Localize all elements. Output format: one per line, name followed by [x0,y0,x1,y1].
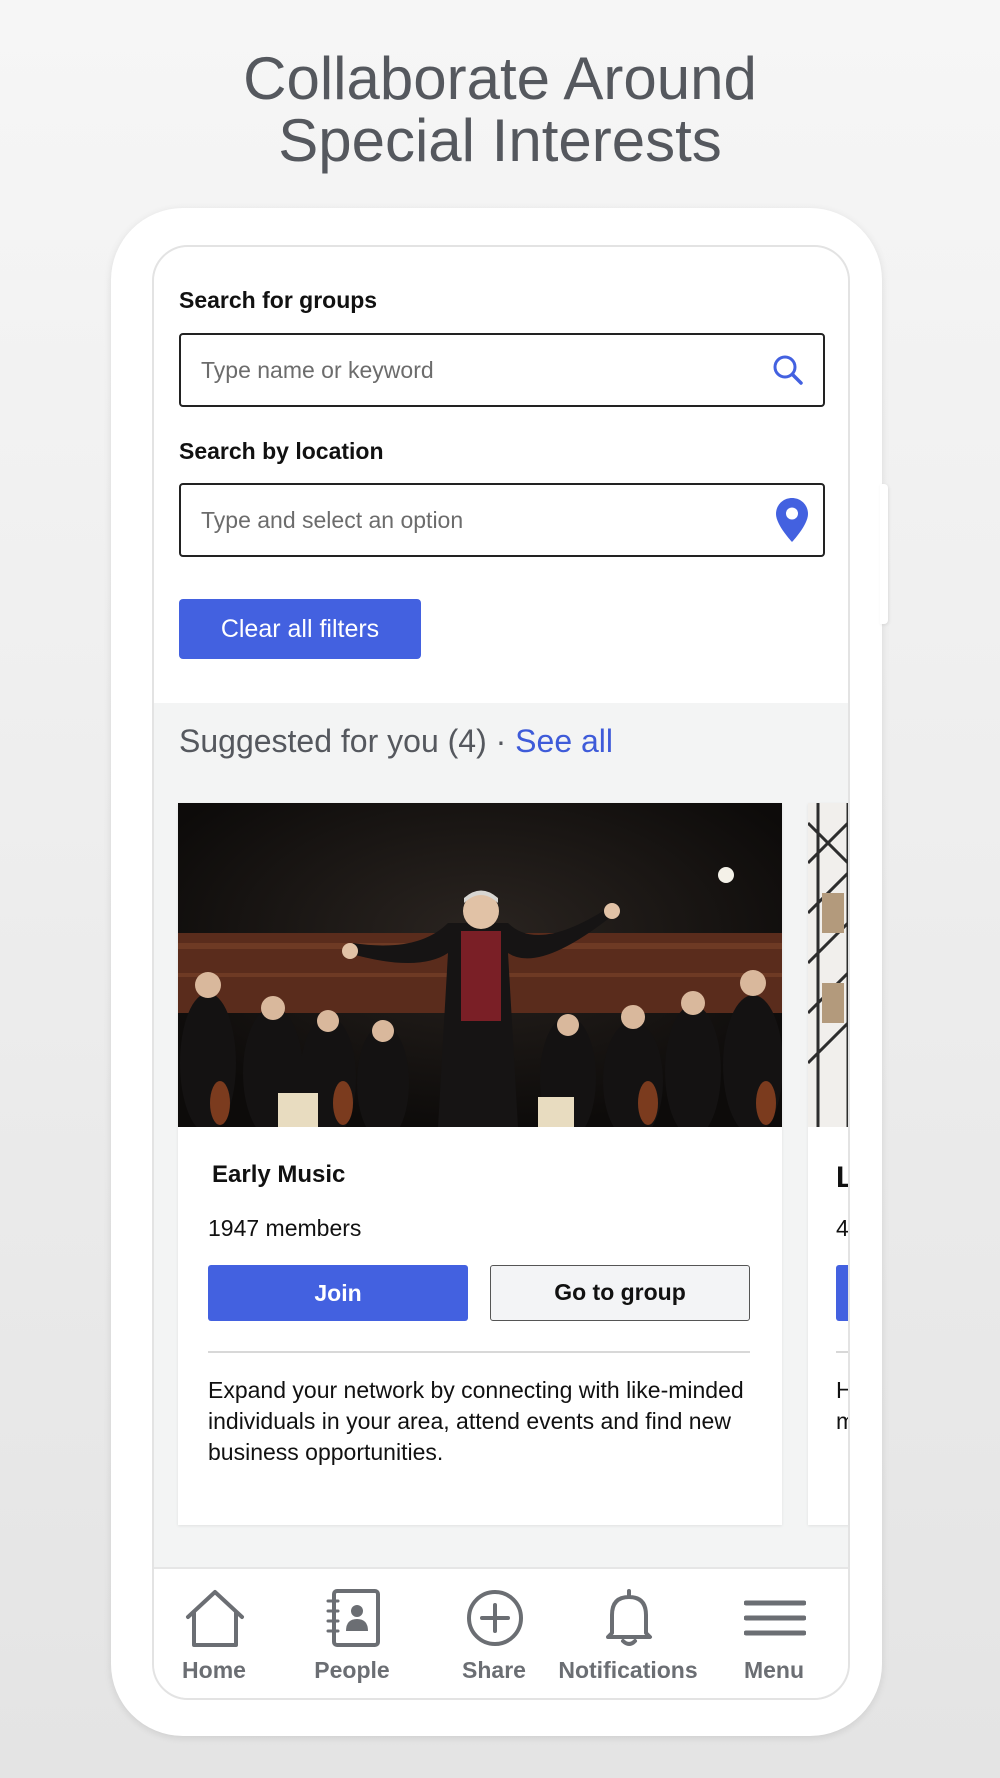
group-card-description: H m [836,1375,848,1437]
headline: Collaborate Around Special Interests [0,48,1000,172]
see-all-link[interactable]: See all [515,723,613,759]
group-card-image [808,803,848,1127]
nav-menu-label: Menu [743,1657,805,1683]
location-search-input[interactable]: Type and select an option [179,483,825,557]
group-card-image [178,803,782,1127]
join-button[interactable]: Join [208,1265,468,1321]
group-search-placeholder: Type name or keyword [201,357,434,383]
group-card-description: Expand your network by connecting with l… [208,1377,744,1465]
headline-line-2: Special Interests [278,107,722,174]
location-search-placeholder: Type and select an option [201,507,464,533]
nav-home-label: Home [182,1657,246,1683]
group-card[interactable]: Early Music 1947 members Join Go to grou… [178,803,782,1525]
group-card-title[interactable]: L [836,1161,848,1195]
phone-side-button [880,484,888,624]
nav-people-label: People [314,1657,390,1683]
go-to-group-button[interactable]: Go to group [490,1265,750,1321]
nav-share[interactable]: Share [424,1569,564,1698]
suggested-heading: Suggested for you (4) · See all [179,723,613,760]
group-card-members: 1947 members [208,1215,362,1241]
join-button[interactable] [836,1265,848,1321]
clear-filters-button[interactable]: Clear all filters [179,599,421,659]
group-card-members: 4 [836,1215,849,1241]
nav-notifications-label: Notifications [558,1657,698,1683]
nav-notifications[interactable]: Notifications [558,1569,698,1698]
location-pin-icon[interactable] [775,497,809,548]
group-card[interactable]: L 4 H m [808,803,849,1525]
search-icon[interactable] [771,353,805,392]
nav-menu[interactable]: Menu [704,1569,844,1698]
group-search-input[interactable]: Type name or keyword [179,333,825,407]
suggested-title: Suggested for you (4) · [179,723,516,759]
headline-line-1: Collaborate Around [243,45,757,112]
nav-share-label: Share [462,1657,526,1683]
app-screen: Search for groups Type name or keyword S… [152,245,850,1700]
filters-panel: Search for groups Type name or keyword S… [154,247,848,703]
card-divider [836,1351,848,1353]
card-divider [208,1351,750,1353]
nav-people[interactable]: People [282,1569,422,1698]
group-search-label: Search for groups [179,287,378,313]
group-card-title[interactable]: Early Music [212,1161,345,1189]
location-search-label: Search by location [179,438,384,464]
nav-home[interactable]: Home [154,1569,284,1698]
bottom-nav: Home People Share Notifications Menu [154,1567,848,1698]
